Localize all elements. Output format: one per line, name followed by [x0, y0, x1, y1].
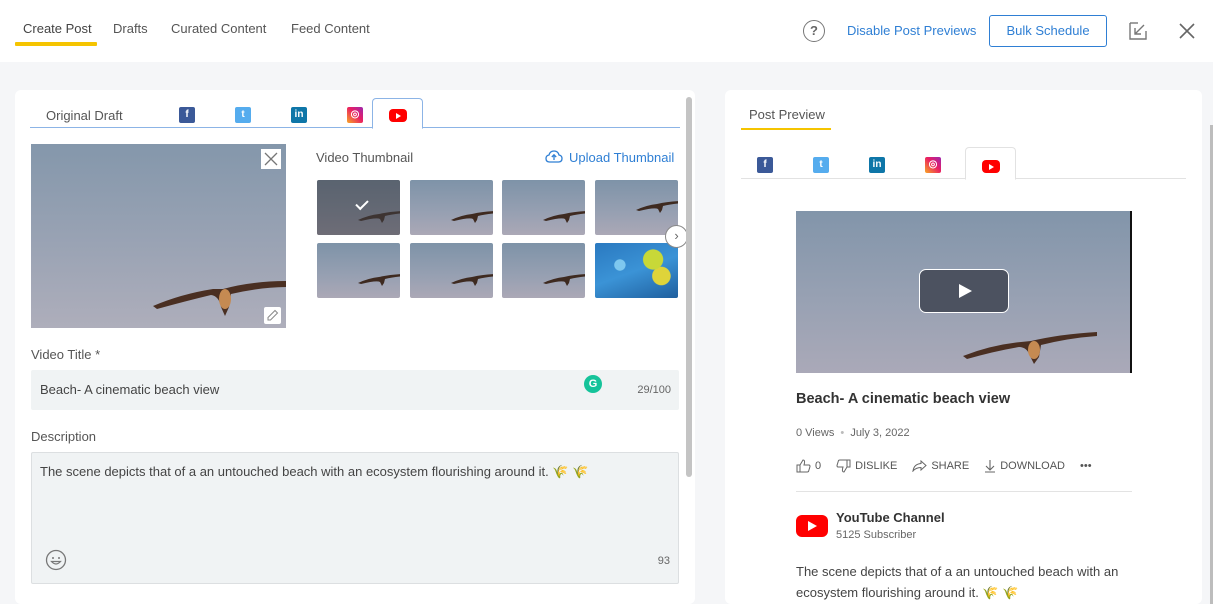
- dislike-label: DISLIKE: [855, 460, 898, 472]
- tab-original-draft[interactable]: Original Draft: [46, 108, 123, 123]
- disable-post-previews-link[interactable]: Disable Post Previews: [847, 23, 976, 38]
- thumbnail-option[interactable]: [502, 180, 585, 235]
- download-icon: [985, 460, 996, 473]
- play-button[interactable]: [919, 269, 1009, 313]
- bird-image: [451, 274, 493, 286]
- linkedin-icon[interactable]: in: [291, 107, 307, 123]
- download-button[interactable]: DOWNLOAD: [984, 459, 1065, 473]
- tab-curated-content[interactable]: Curated Content: [171, 21, 266, 36]
- publish-date: July 3, 2022: [850, 427, 910, 439]
- emoji-picker-icon[interactable]: [45, 549, 67, 571]
- linkedin-icon[interactable]: in: [869, 157, 885, 173]
- bird-image: [543, 211, 585, 223]
- facebook-icon[interactable]: f: [757, 157, 773, 173]
- tab-drafts[interactable]: Drafts: [113, 21, 148, 36]
- description-char-counter: 93: [657, 555, 670, 567]
- twitter-icon[interactable]: t: [813, 157, 829, 173]
- dislike-button[interactable]: DISLIKE: [836, 459, 897, 473]
- editor-scrollbar[interactable]: [686, 97, 692, 477]
- youtube-icon: [982, 160, 1000, 173]
- share-label: SHARE: [931, 460, 970, 472]
- tab-youtube[interactable]: [372, 98, 423, 129]
- preview-video-title: Beach- A cinematic beach view: [796, 391, 1011, 407]
- like-button[interactable]: 0: [796, 459, 821, 473]
- bird-image: [963, 332, 1097, 364]
- more-icon: •••: [1080, 460, 1092, 472]
- instagram-icon[interactable]: ◎: [925, 157, 941, 173]
- description-textarea[interactable]: The scene depicts that of a an untouched…: [31, 452, 679, 584]
- tab-create-post[interactable]: Create Post: [23, 21, 92, 36]
- thumbnail-option[interactable]: [595, 180, 678, 235]
- bird-image: [451, 211, 493, 223]
- video-preview-image: [31, 144, 286, 328]
- youtube-channel-logo: [796, 515, 828, 537]
- description-label: Description: [31, 429, 97, 444]
- post-preview-title: Post Preview: [749, 107, 825, 122]
- top-navigation-bar: Create Post Drafts Curated Content Feed …: [0, 0, 1213, 62]
- edit-image-icon[interactable]: [264, 307, 281, 324]
- preview-tab-youtube[interactable]: [965, 147, 1016, 180]
- twitter-icon[interactable]: t: [235, 107, 251, 123]
- download-label: DOWNLOAD: [1000, 460, 1065, 472]
- upload-thumbnail-label: Upload Thumbnail: [569, 150, 675, 165]
- checkmark-icon: [355, 196, 369, 211]
- post-preview-panel: Post Preview f t in ◎ Beach- A cinematic…: [725, 90, 1202, 604]
- minimize-icon[interactable]: [1129, 22, 1147, 40]
- tab-feed-content[interactable]: Feed Content: [291, 21, 370, 36]
- divider: [796, 491, 1132, 492]
- network-tabs: Original Draft f t in ◎: [30, 98, 680, 129]
- preview-network-tabs: f t in ◎: [741, 147, 1186, 180]
- help-icon[interactable]: ?: [803, 20, 825, 42]
- video-thumbnail-label: Video Thumbnail: [316, 150, 414, 165]
- instagram-icon[interactable]: ◎: [347, 107, 363, 123]
- thumbnail-option[interactable]: [410, 243, 493, 298]
- subscriber-count: 5125 Subscriber: [836, 529, 917, 541]
- thumbnail-option[interactable]: [317, 243, 400, 298]
- thumbnail-option[interactable]: [595, 243, 678, 298]
- thumbnail-option[interactable]: [410, 180, 493, 235]
- meta-separator: •: [840, 427, 845, 439]
- title-char-counter: 29/100: [637, 384, 671, 396]
- editor-panel: Original Draft f t in ◎ Video Thumbnail …: [15, 90, 695, 604]
- preview-description: The scene depicts that of a an untouched…: [796, 564, 1119, 600]
- close-icon[interactable]: [1178, 22, 1196, 40]
- video-actions: 0 DISLIKE SHARE DOWNLOAD •••: [796, 459, 1107, 473]
- active-tab-indicator: [15, 42, 97, 46]
- like-count: 0: [815, 460, 822, 472]
- remove-image-icon[interactable]: [261, 149, 281, 169]
- share-icon: [912, 460, 928, 472]
- video-title-value: Beach- A cinematic beach view: [40, 382, 220, 397]
- cloud-upload-icon: [545, 150, 563, 163]
- video-title-label: Video Title *: [31, 347, 101, 362]
- description-value: The scene depicts that of a an untouched…: [40, 464, 589, 479]
- bird-image: [358, 211, 400, 223]
- video-player[interactable]: [796, 211, 1132, 373]
- thumbnail-option[interactable]: [502, 243, 585, 298]
- preview-title-underline: [741, 128, 831, 130]
- video-meta: 0 Views • July 3, 2022: [796, 427, 910, 439]
- bird-image: [358, 274, 400, 286]
- bird-image: [636, 201, 678, 213]
- channel-name: YouTube Channel: [836, 510, 945, 525]
- grammarly-icon[interactable]: G: [584, 375, 602, 393]
- youtube-icon: [389, 109, 407, 122]
- next-thumbnails-button[interactable]: ›: [665, 225, 688, 248]
- thumbs-up-icon: [796, 459, 811, 473]
- facebook-icon[interactable]: f: [179, 107, 195, 123]
- bird-image: [543, 274, 585, 286]
- thumbnail-option-selected[interactable]: [317, 180, 400, 235]
- video-title-input[interactable]: Beach- A cinematic beach view G 29/100: [31, 370, 679, 410]
- share-button[interactable]: SHARE: [912, 460, 969, 472]
- more-options-button[interactable]: •••: [1080, 460, 1092, 472]
- bulk-schedule-button[interactable]: Bulk Schedule: [989, 15, 1107, 47]
- view-count: 0 Views: [796, 427, 835, 439]
- thumbs-down-icon: [836, 459, 851, 473]
